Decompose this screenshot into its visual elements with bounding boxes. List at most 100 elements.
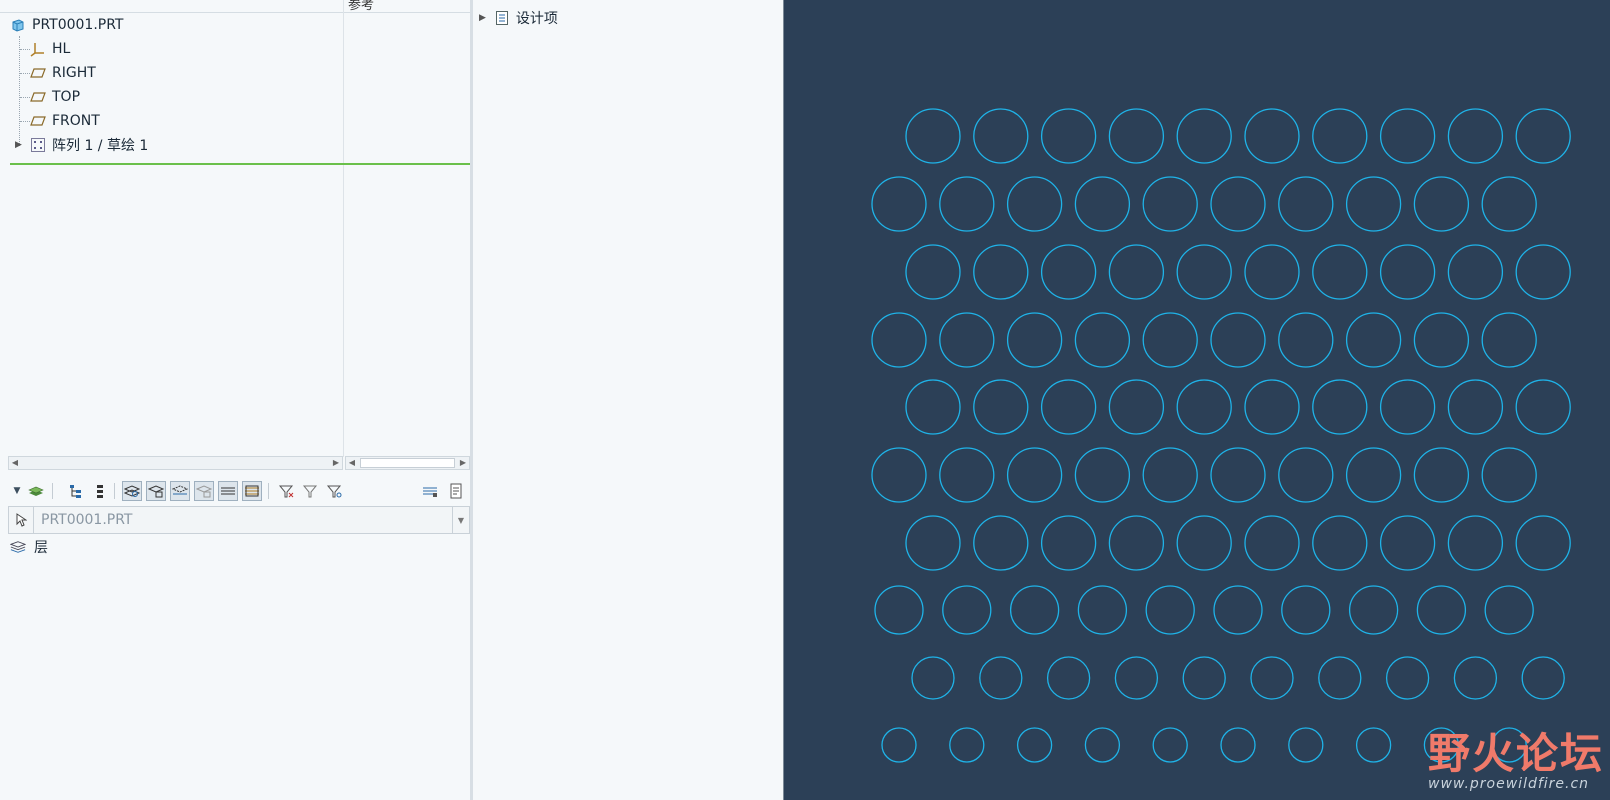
sketch-circle[interactable] bbox=[1220, 727, 1256, 763]
sketch-circle[interactable] bbox=[949, 727, 985, 763]
sketch-circle[interactable] bbox=[1278, 312, 1334, 368]
layers-icon[interactable] bbox=[26, 481, 46, 501]
sketch-circle[interactable] bbox=[1210, 312, 1266, 368]
sketch-circle[interactable] bbox=[1318, 656, 1362, 700]
sketch-circle[interactable] bbox=[1447, 379, 1504, 435]
tree-item-right[interactable]: RIGHT bbox=[30, 62, 96, 84]
column-header-reference[interactable]: 参考 bbox=[348, 0, 374, 13]
sketch-circle[interactable] bbox=[1006, 312, 1063, 368]
sketch-circle[interactable] bbox=[939, 176, 995, 232]
tree-item-front[interactable]: FRONT bbox=[30, 110, 100, 132]
sketch-circle[interactable] bbox=[1210, 176, 1266, 232]
sketch-circle[interactable] bbox=[1484, 585, 1534, 635]
sketch-circle[interactable] bbox=[1278, 447, 1334, 503]
sketch-circle[interactable] bbox=[1345, 176, 1402, 232]
filter-settings-icon[interactable] bbox=[324, 481, 344, 501]
sketch-circle[interactable] bbox=[1515, 244, 1571, 300]
sketch-circle[interactable] bbox=[1515, 108, 1571, 164]
layer-blank-icon[interactable] bbox=[194, 481, 214, 501]
sketch-circle[interactable] bbox=[1108, 244, 1165, 300]
tree-item-pattern[interactable]: 阵列 1 / 草绘 1 bbox=[30, 134, 148, 156]
layer-settings-icon[interactable] bbox=[420, 481, 440, 501]
sketch-circle[interactable] bbox=[871, 447, 927, 503]
sketch-circle[interactable] bbox=[1006, 176, 1063, 232]
sketch-circle[interactable] bbox=[1016, 727, 1053, 763]
sketch-circle[interactable] bbox=[1074, 312, 1131, 368]
chevron-down-icon[interactable]: ▼ bbox=[452, 507, 469, 533]
sketch-circle[interactable] bbox=[1281, 585, 1331, 635]
sketch-circle[interactable] bbox=[881, 727, 917, 763]
sketch-circle[interactable] bbox=[973, 515, 1029, 571]
pointer-icon[interactable] bbox=[9, 507, 34, 533]
sketch-circle[interactable] bbox=[1288, 727, 1324, 763]
sketch-circle[interactable] bbox=[1312, 244, 1368, 300]
sketch-circle[interactable] bbox=[1108, 379, 1165, 435]
sketch-circle[interactable] bbox=[939, 312, 995, 368]
sketch-circle[interactable] bbox=[1379, 244, 1436, 300]
sketch-circle[interactable] bbox=[1355, 727, 1392, 763]
tree-item-hl[interactable]: HL bbox=[30, 38, 70, 60]
sketch-circle[interactable] bbox=[1114, 656, 1159, 700]
sketch-circle[interactable] bbox=[871, 176, 927, 232]
sketch-circle[interactable] bbox=[1152, 727, 1188, 763]
sketch-circle[interactable] bbox=[1379, 379, 1436, 435]
sketch-circle[interactable] bbox=[1312, 379, 1368, 435]
filter-clear-icon[interactable] bbox=[300, 481, 320, 501]
sketch-circle[interactable] bbox=[1278, 176, 1334, 232]
filter-icon[interactable] bbox=[276, 481, 296, 501]
sketch-circle[interactable] bbox=[1210, 447, 1266, 503]
sketch-circle[interactable] bbox=[1046, 656, 1091, 700]
layer-tree-root[interactable]: 层 bbox=[10, 536, 48, 558]
sketch-circle[interactable] bbox=[1416, 585, 1467, 635]
sketch-circle[interactable] bbox=[1348, 585, 1399, 635]
sketch-circle[interactable] bbox=[1379, 515, 1436, 571]
sketch-circle[interactable] bbox=[1176, 515, 1232, 571]
sketch-circle[interactable] bbox=[1312, 515, 1368, 571]
sketch-circle[interactable] bbox=[1142, 176, 1198, 232]
sketch-circle[interactable] bbox=[1142, 447, 1198, 503]
tree-column-header[interactable] bbox=[0, 0, 470, 13]
sketch-circle[interactable] bbox=[979, 656, 1023, 700]
scroll-left-icon[interactable]: ◀ bbox=[346, 457, 358, 469]
sketch-circle[interactable] bbox=[1040, 244, 1097, 300]
sketch-circle[interactable] bbox=[1244, 108, 1300, 164]
sketch-circle[interactable] bbox=[1244, 515, 1300, 571]
layer-hide-icon[interactable] bbox=[146, 481, 166, 501]
sketch-circle[interactable] bbox=[1447, 244, 1504, 300]
sketch-circle[interactable] bbox=[1108, 108, 1165, 164]
scroll-left-icon[interactable]: ◀ bbox=[9, 457, 21, 469]
sketch-circle[interactable] bbox=[1413, 176, 1470, 232]
sketch-circle[interactable] bbox=[905, 515, 961, 571]
tree-item-top[interactable]: TOP bbox=[30, 86, 80, 108]
sketch-circle[interactable] bbox=[911, 656, 955, 700]
sketch-circle[interactable] bbox=[1385, 656, 1430, 700]
sketch-circle[interactable] bbox=[1250, 656, 1294, 700]
active-model-select[interactable]: PRT0001.PRT ▼ bbox=[8, 506, 470, 534]
sketch-circle[interactable] bbox=[1413, 447, 1470, 503]
sketch-circle[interactable] bbox=[1009, 585, 1060, 635]
column-hscrollbar[interactable]: ◀ ▶ bbox=[345, 456, 470, 470]
sketch-circle[interactable] bbox=[1481, 312, 1537, 368]
layer-properties-icon[interactable] bbox=[242, 481, 262, 501]
sketch-circle[interactable] bbox=[1379, 108, 1436, 164]
tree-hscrollbar[interactable]: ◀ ▶ bbox=[8, 456, 343, 470]
sketch-circle[interactable] bbox=[1145, 585, 1195, 635]
show-tree-icon[interactable] bbox=[66, 481, 86, 501]
sketch-circle[interactable] bbox=[1345, 312, 1402, 368]
layer-show-icon[interactable] bbox=[122, 481, 142, 501]
sketch-circle[interactable] bbox=[1040, 515, 1097, 571]
sketch-circle[interactable] bbox=[1074, 447, 1131, 503]
sketch-circle[interactable] bbox=[1040, 379, 1097, 435]
sketch-circle[interactable] bbox=[1521, 656, 1565, 700]
sketch-circle[interactable] bbox=[1176, 379, 1232, 435]
expand-arrow-icon[interactable]: ▶ bbox=[15, 140, 22, 150]
sketch-circle[interactable] bbox=[939, 447, 995, 503]
sketch-circle[interactable] bbox=[1084, 727, 1121, 763]
sketch-circle[interactable] bbox=[1453, 656, 1498, 700]
sketch-circle[interactable] bbox=[1108, 515, 1165, 571]
sketch-circle[interactable] bbox=[1040, 108, 1097, 164]
sketch-circle[interactable] bbox=[905, 108, 961, 164]
sketch-circle[interactable] bbox=[1244, 379, 1300, 435]
sketch-circle[interactable] bbox=[871, 312, 927, 368]
sketch-circle[interactable] bbox=[1413, 312, 1470, 368]
